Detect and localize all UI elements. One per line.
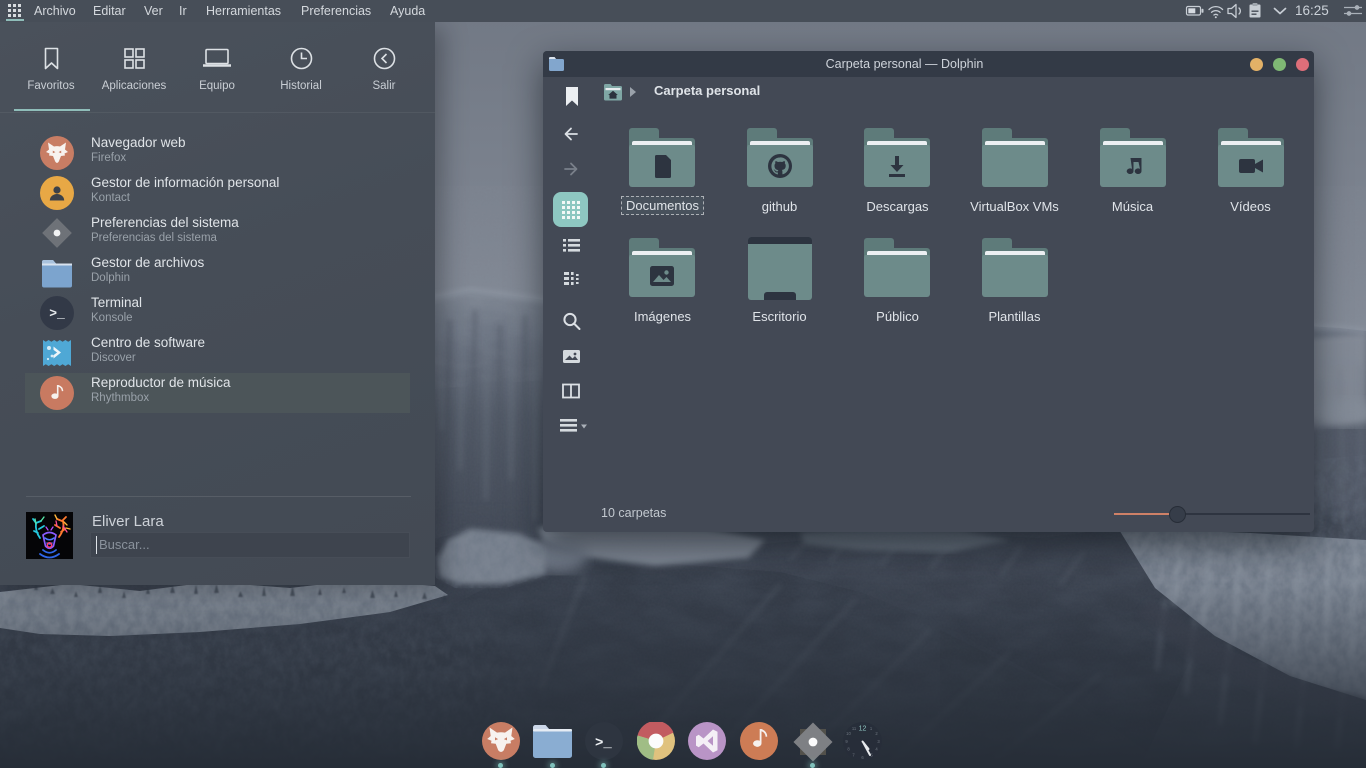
svg-text:12: 12 [859, 726, 867, 733]
svg-text:11: 11 [852, 726, 857, 731]
svg-text:10: 10 [846, 731, 851, 736]
svg-text:>_: >_ [595, 736, 612, 752]
